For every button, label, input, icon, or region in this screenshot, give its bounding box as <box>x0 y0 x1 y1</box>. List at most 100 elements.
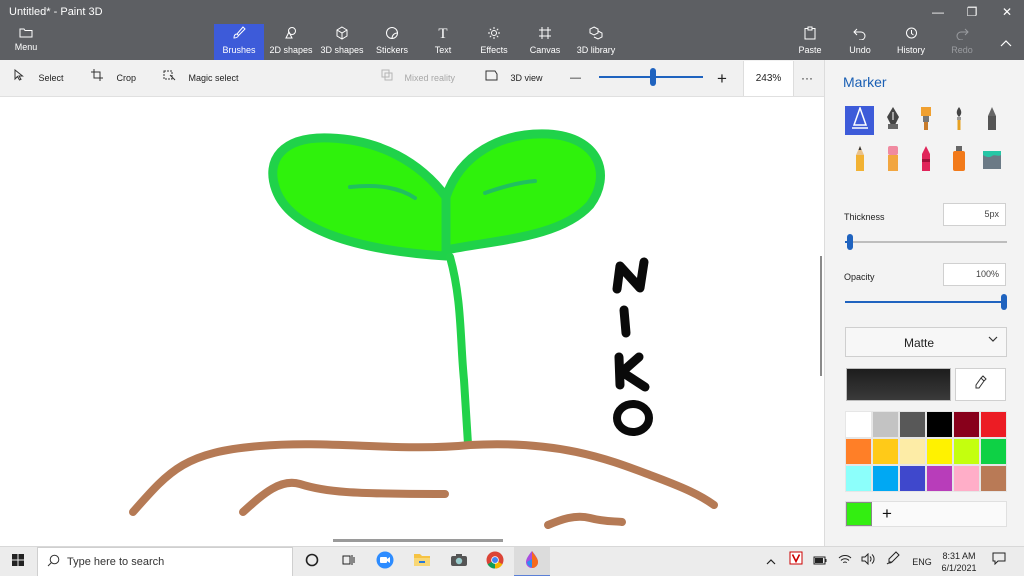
pencil-button[interactable] <box>845 146 874 175</box>
letter-k <box>614 352 650 392</box>
color-swatch[interactable] <box>872 465 899 492</box>
color-palette <box>845 411 1008 492</box>
tab-brushes[interactable]: Brushes <box>214 24 264 60</box>
task-view-icon <box>341 553 355 572</box>
oil-brush-button[interactable] <box>911 106 940 135</box>
drawing-canvas[interactable] <box>0 98 820 546</box>
marker-brush-button[interactable] <box>845 105 874 135</box>
redo-label: Redo <box>951 45 973 55</box>
watercolor-button[interactable] <box>944 106 973 135</box>
color-swatch[interactable] <box>926 411 953 438</box>
current-color-swatch[interactable] <box>846 368 951 401</box>
tab-canvas[interactable]: Canvas <box>525 24 565 60</box>
color-swatch[interactable] <box>926 465 953 492</box>
tab-stickers[interactable]: Stickers <box>370 24 414 60</box>
windows-logo-icon <box>12 553 24 571</box>
color-swatch[interactable] <box>953 411 980 438</box>
redo-button[interactable]: Redo <box>947 24 977 60</box>
collapse-ribbon-button[interactable] <box>994 24 1018 60</box>
magic-select-button[interactable]: Magic select <box>160 60 239 97</box>
opacity-input[interactable]: 100% <box>943 263 1006 286</box>
spray-can-button[interactable] <box>944 146 973 175</box>
taskbar-clock[interactable]: 8:31 AM 6/1/2021 <box>936 550 982 574</box>
tab-3d-library[interactable]: 3D library <box>574 24 618 60</box>
thickness-input[interactable]: 5px <box>943 203 1006 226</box>
color-swatch[interactable] <box>845 438 872 465</box>
battery-tray-icon[interactable] <box>811 547 829 576</box>
camera-app-button[interactable] <box>441 547 477 576</box>
pen-tray-icon[interactable] <box>884 547 902 576</box>
horizontal-scrollbar[interactable] <box>333 539 503 542</box>
watercolor-icon <box>952 106 966 135</box>
cursor-icon <box>10 60 28 97</box>
color-swatch[interactable] <box>899 465 926 492</box>
thickness-slider-track[interactable] <box>845 241 1007 243</box>
tab-effects[interactable]: Effects <box>474 24 514 60</box>
show-hidden-icons-button[interactable] <box>763 547 779 576</box>
eyedropper-button[interactable] <box>955 368 1006 401</box>
vertical-scrollbar[interactable] <box>820 256 822 376</box>
cortana-button[interactable] <box>294 547 330 576</box>
menu-button[interactable]: Menu <box>4 26 48 58</box>
tab-2d-shapes[interactable]: 2D shapes <box>266 24 316 60</box>
magic-select-label: Magic select <box>188 73 239 83</box>
zoom-slider-thumb[interactable] <box>650 68 657 86</box>
color-swatch[interactable] <box>845 465 872 492</box>
tab-3d-shapes[interactable]: 3D shapes <box>318 24 366 60</box>
color-swatch[interactable] <box>872 438 899 465</box>
color-swatch[interactable] <box>845 411 872 438</box>
color-swatch[interactable] <box>926 438 953 465</box>
mixed-reality-button[interactable]: Mixed reality <box>378 60 455 97</box>
color-swatch[interactable] <box>980 465 1007 492</box>
maximize-button[interactable]: ❐ <box>955 3 989 21</box>
zoom-app-button[interactable] <box>367 547 403 576</box>
menu-label: Menu <box>14 42 38 52</box>
add-color-button[interactable]: + <box>882 503 892 525</box>
custom-color-swatch[interactable] <box>846 502 872 526</box>
color-swatch[interactable] <box>953 465 980 492</box>
history-button[interactable]: History <box>893 24 929 60</box>
taskbar-search[interactable]: Type here to search <box>37 547 293 576</box>
color-swatch[interactable] <box>899 438 926 465</box>
color-swatch[interactable] <box>980 438 1007 465</box>
pixel-pen-button[interactable] <box>977 106 1006 135</box>
paint3d-button[interactable] <box>514 547 550 576</box>
tab-3d-library-label: 3D library <box>576 45 616 55</box>
language-indicator[interactable]: ENG <box>909 547 935 576</box>
3d-view-button[interactable]: 3D view <box>482 60 543 97</box>
color-swatch[interactable] <box>899 411 926 438</box>
zoom-in-button[interactable]: + <box>717 60 727 97</box>
opacity-slider-thumb[interactable] <box>1001 294 1007 310</box>
zoom-out-button[interactable]: — <box>570 60 581 97</box>
color-swatch[interactable] <box>980 411 1007 438</box>
color-swatch[interactable] <box>872 411 899 438</box>
more-options-button[interactable]: ··· <box>801 60 813 97</box>
tab-text[interactable]: T Text <box>425 24 461 60</box>
zoom-value[interactable]: 243% <box>743 61 794 96</box>
tab-3d-shapes-label: 3D shapes <box>320 45 364 55</box>
task-view-button[interactable] <box>330 547 366 576</box>
select-button[interactable]: Select <box>10 60 64 97</box>
chevron-up-icon <box>994 34 1018 51</box>
finish-dropdown[interactable]: Matte <box>845 327 1007 357</box>
tab-stickers-label: Stickers <box>375 45 408 55</box>
file-explorer-button[interactable] <box>404 547 440 576</box>
notifications-button[interactable] <box>988 547 1010 576</box>
eraser-button[interactable] <box>878 146 907 175</box>
paste-button[interactable]: Paste <box>795 24 825 60</box>
minimize-button[interactable]: — <box>921 3 955 21</box>
fill-bucket-button[interactable] <box>977 146 1006 175</box>
close-button[interactable]: ✕ <box>990 3 1024 21</box>
wifi-tray-icon[interactable] <box>836 547 854 576</box>
calligraphy-pen-button[interactable] <box>878 106 907 135</box>
crop-button[interactable]: Crop <box>88 60 136 97</box>
antivirus-tray-icon[interactable] <box>787 547 805 576</box>
start-button[interactable] <box>0 547 36 576</box>
volume-tray-icon[interactable] <box>859 547 877 576</box>
chrome-button[interactable] <box>477 547 513 576</box>
undo-button[interactable]: Undo <box>845 24 875 60</box>
color-swatch[interactable] <box>953 438 980 465</box>
pixel-pen-icon <box>985 106 999 135</box>
thickness-slider-thumb[interactable] <box>846 234 853 250</box>
crayon-button[interactable] <box>911 146 940 175</box>
